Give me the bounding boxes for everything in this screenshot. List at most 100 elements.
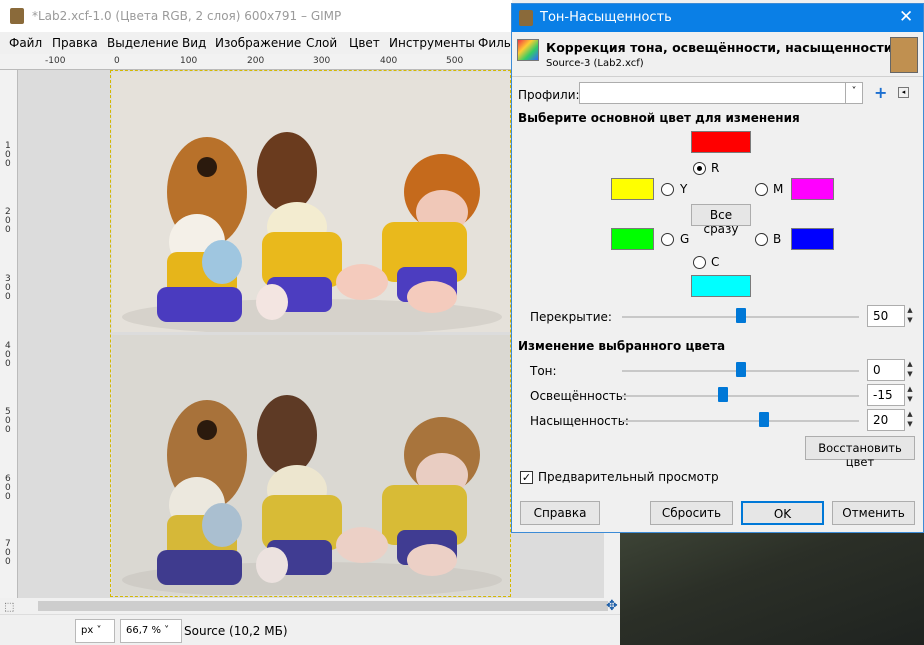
dialog-title: Тон-Насыщенность — [540, 10, 672, 25]
reset-button[interactable]: Сбросить — [650, 501, 733, 525]
ok-button[interactable]: OK — [741, 501, 824, 525]
hue-value: 0 — [873, 363, 881, 377]
cancel-button[interactable]: Отменить — [832, 501, 915, 525]
ruler-label: 6 0 0 — [5, 474, 11, 502]
separator — [512, 76, 923, 77]
overlap-slider-thumb[interactable] — [735, 308, 746, 323]
lightness-slider-thumb[interactable] — [717, 387, 728, 402]
zoom-value: 66,7 % — [126, 625, 161, 636]
menu-file[interactable]: Файл — [9, 36, 42, 50]
ruler-label: 200 — [247, 56, 265, 66]
toys-illustration — [122, 395, 502, 595]
swatch-cyan — [691, 275, 751, 297]
saturation-value: 20 — [873, 413, 889, 427]
menu-tools[interactable]: Инструменты — [389, 36, 475, 50]
lightness-value: -15 — [873, 388, 893, 402]
horizontal-scrollbar[interactable] — [18, 598, 608, 614]
overlap-input[interactable]: 50 — [867, 305, 905, 327]
radio-magenta-label: M — [773, 182, 784, 196]
radio-blue[interactable] — [755, 233, 768, 246]
ruler-label: 500 — [446, 56, 464, 66]
all-colors-button[interactable]: Все сразу — [691, 204, 751, 236]
swatch-yellow — [611, 178, 654, 200]
photo-toys-top[interactable] — [112, 72, 510, 332]
saturation-slider[interactable] — [622, 420, 859, 422]
layer-thumbnail — [890, 37, 918, 73]
gimp-app-icon — [10, 8, 24, 24]
hue-saturation-dialog: Тон-Насыщенность ✕ Коррекция тона, освещ… — [511, 3, 924, 533]
hue-input[interactable]: 0 — [867, 359, 905, 381]
overlap-spin-arrows[interactable]: ▲ ▼ — [904, 305, 916, 327]
help-button[interactable]: Справка — [520, 501, 600, 525]
scrollbar-thumb[interactable] — [38, 601, 608, 611]
unit-select[interactable]: px ˅ — [75, 619, 115, 643]
overlap-value: 50 — [873, 309, 889, 323]
swatch-blue — [791, 228, 834, 250]
menu-view[interactable]: Вид — [182, 36, 206, 50]
menu-layer[interactable]: Слой — [306, 36, 337, 50]
close-icon[interactable]: ✕ — [899, 7, 913, 27]
ruler-label: 300 — [313, 56, 331, 66]
lightness-input[interactable]: -15 — [867, 384, 905, 406]
saturation-input[interactable]: 20 — [867, 409, 905, 431]
dialog-header-subtitle: Source-3 (Lab2.xcf) — [546, 58, 644, 69]
swatch-magenta — [791, 178, 834, 200]
swatch-green — [611, 228, 654, 250]
radio-cyan-label: C — [711, 255, 720, 269]
gimp-app-icon — [519, 10, 533, 26]
lightness-slider[interactable] — [622, 395, 859, 397]
menu-edit[interactable]: Правка — [52, 36, 98, 50]
ruler-label: 5 0 0 — [5, 407, 11, 435]
ruler-label: -100 — [45, 56, 66, 66]
radio-yellow[interactable] — [661, 183, 674, 196]
swatch-red — [691, 131, 751, 153]
saturation-label: Насыщенность: — [530, 414, 629, 428]
radio-red[interactable] — [693, 162, 706, 175]
menu-select[interactable]: Выделение — [107, 36, 178, 50]
ruler-label: 2 0 0 — [5, 207, 11, 235]
add-preset-icon[interactable]: + — [874, 83, 887, 102]
background-photo — [620, 530, 924, 645]
status-info: Source (10,2 МБ) — [184, 624, 288, 638]
reset-color-button[interactable]: Восстановить цвет — [805, 436, 915, 469]
saturation-slider-thumb[interactable] — [759, 412, 770, 427]
hue-spin-arrows[interactable]: ▲ ▼ — [904, 359, 916, 381]
ruler-label: 400 — [380, 56, 398, 66]
overlap-label: Перекрытие: — [530, 310, 612, 324]
ruler-label: 1 0 0 — [5, 141, 11, 169]
preview-checkbox[interactable]: ✓ — [520, 471, 533, 484]
chevron-down-icon[interactable]: ˅ — [845, 83, 862, 103]
radio-green-label: G — [680, 232, 690, 246]
radio-green[interactable] — [661, 233, 674, 246]
zoom-select[interactable]: 66,7 % ˅ — [120, 619, 182, 643]
lightness-spin-arrows[interactable]: ▲ ▼ — [904, 384, 916, 406]
saturation-spin-arrows[interactable]: ▲ ▼ — [904, 409, 916, 431]
hue-slider-thumb[interactable] — [735, 362, 746, 377]
ruler-label: 3 0 0 — [5, 274, 11, 302]
menu-colors[interactable]: Цвет — [349, 36, 380, 50]
lightness-label: Освещённость: — [530, 389, 627, 403]
radio-yellow-label: Y — [680, 182, 688, 196]
radio-cyan[interactable] — [693, 256, 706, 269]
preview-label: Предварительный просмотр — [538, 470, 719, 484]
hue-label: Тон: — [530, 364, 557, 378]
gimp-titlebar: *Lab2.xcf-1.0 (Цвета RGB, 2 слоя) 600x79… — [0, 0, 512, 32]
menu-filters[interactable]: Филь — [478, 36, 511, 50]
photo-toys-bottom[interactable] — [112, 335, 510, 595]
radio-red-label: R — [711, 161, 720, 175]
menu-image[interactable]: Изображение — [215, 36, 301, 50]
toys-illustration — [122, 132, 502, 332]
quick-mask-icon[interactable]: ⬚ — [4, 600, 14, 613]
radio-magenta[interactable] — [755, 183, 768, 196]
presets-combobox[interactable]: ˅ — [579, 82, 863, 104]
presets-label: Профили: — [518, 88, 580, 102]
ruler-label: 100 — [180, 56, 198, 66]
dialog-header-title: Коррекция тона, освещённости, насыщеннос… — [546, 40, 893, 55]
status-bar: px ˅ 66,7 % ˅ Source (10,2 МБ) — [0, 614, 620, 645]
ruler-label: 7 0 0 — [5, 539, 11, 567]
navigate-icon[interactable]: ✥ — [606, 598, 618, 614]
unit-value: px — [81, 625, 94, 636]
hue-saturation-icon — [517, 39, 539, 61]
preset-menu-icon[interactable]: ◂ — [898, 87, 909, 98]
gimp-menubar: Файл Правка Выделение Вид Изображение Сл… — [0, 32, 512, 54]
